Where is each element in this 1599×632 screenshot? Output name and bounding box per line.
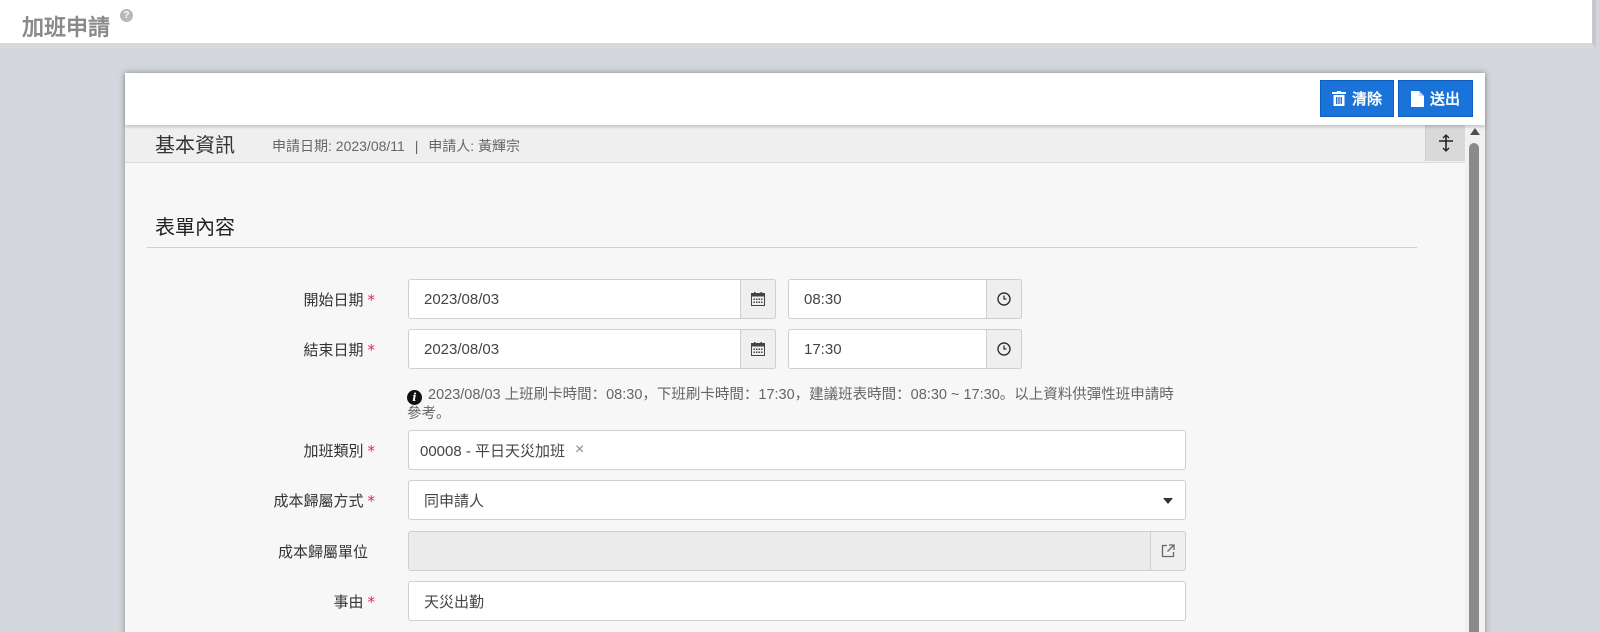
cost-method-dropdown[interactable]: 同申請人 — [408, 480, 1186, 520]
applicant: 申請人: 黃輝宗 — [428, 138, 521, 154]
submit-button-label: 送出 — [1429, 90, 1460, 108]
end-time-input[interactable]: 17:30 — [788, 329, 1022, 369]
basic-info-meta: 申請日期: 2023/08/11 | 申請人: 黃輝宗 — [272, 136, 526, 156]
start-date-input[interactable]: 2023/08/03 — [408, 279, 776, 319]
reason-value: 天災出勤 — [424, 593, 485, 611]
meta-separator: | — [414, 138, 419, 154]
clock-icon[interactable] — [986, 279, 1022, 319]
top-bar: 加班申請 ? — [0, 0, 1596, 48]
basic-info-header: 基本資訊 申請日期: 2023/08/11 | 申請人: 黃輝宗 — [125, 125, 1465, 163]
punch-time-hint: i 2023/08/03 上班刷卡時間：08:30，下班刷卡時間：17:30，建議… — [407, 386, 1177, 424]
remove-tag-icon[interactable]: × — [575, 441, 584, 459]
basic-info-title: 基本資訊 — [155, 133, 235, 157]
cost-method-value: 同申請人 — [424, 492, 485, 510]
chevron-down-icon — [1163, 498, 1173, 504]
reason-input[interactable]: 天災出勤 — [408, 581, 1186, 621]
required-mark: * — [367, 291, 376, 309]
scroll-thumb[interactable] — [1469, 143, 1479, 632]
scroll-up-arrow-icon[interactable] — [1470, 128, 1480, 135]
expand-icon[interactable] — [1425, 125, 1465, 161]
scrollbar[interactable] — [1465, 125, 1485, 632]
apply-date: 申請日期: 2023/08/11 — [272, 138, 405, 154]
divider — [147, 247, 1417, 248]
overtime-type-label: 加班類別 * — [303, 442, 376, 460]
end-date-label: 結束日期 * — [303, 341, 376, 359]
start-time-value: 08:30 — [804, 290, 842, 308]
overtime-type-tag: 00008 - 平日天災加班 — [420, 442, 566, 460]
required-mark: * — [367, 442, 376, 460]
panel-toolbar: 清除 送出 — [125, 73, 1485, 125]
required-mark: * — [367, 341, 376, 359]
end-date-value: 2023/08/03 — [424, 340, 500, 358]
calendar-icon[interactable] — [740, 279, 776, 319]
cost-unit-label: 成本歸屬單位 — [277, 543, 368, 561]
hint-text: 2023/08/03 上班刷卡時間：08:30，下班刷卡時間：17:30，建議班… — [407, 387, 1174, 422]
form-panel: 清除 送出 基本資訊 申請日期: 2023/08/11 | 申請人: 黃輝宗 表… — [125, 73, 1485, 632]
reason-label: 事由 * — [333, 593, 376, 611]
page-title: 加班申請 — [22, 16, 111, 41]
required-mark: * — [367, 492, 376, 510]
trash-icon — [1331, 91, 1346, 106]
form-heading: 表單內容 — [155, 215, 235, 239]
start-date-value: 2023/08/03 — [424, 290, 500, 308]
question-circle-icon[interactable]: ? — [120, 9, 133, 22]
submit-button[interactable]: 送出 — [1398, 80, 1473, 117]
required-mark: * — [367, 593, 376, 611]
overtime-type-select[interactable]: 00008 - 平日天災加班 × — [408, 430, 1186, 470]
clear-button[interactable]: 清除 — [1320, 80, 1394, 117]
document-icon — [1410, 90, 1424, 107]
start-date-label: 開始日期 * — [303, 291, 376, 309]
clear-button-label: 清除 — [1351, 90, 1382, 108]
info-icon: i — [407, 390, 422, 405]
clock-icon[interactable] — [986, 329, 1022, 369]
start-time-input[interactable]: 08:30 — [788, 279, 1022, 319]
calendar-icon[interactable] — [740, 329, 776, 369]
end-time-value: 17:30 — [804, 340, 842, 358]
external-link-icon[interactable] — [1150, 531, 1186, 571]
cost-unit-field — [408, 531, 1186, 571]
end-date-input[interactable]: 2023/08/03 — [408, 329, 776, 369]
cost-method-label: 成本歸屬方式 * — [273, 492, 376, 510]
